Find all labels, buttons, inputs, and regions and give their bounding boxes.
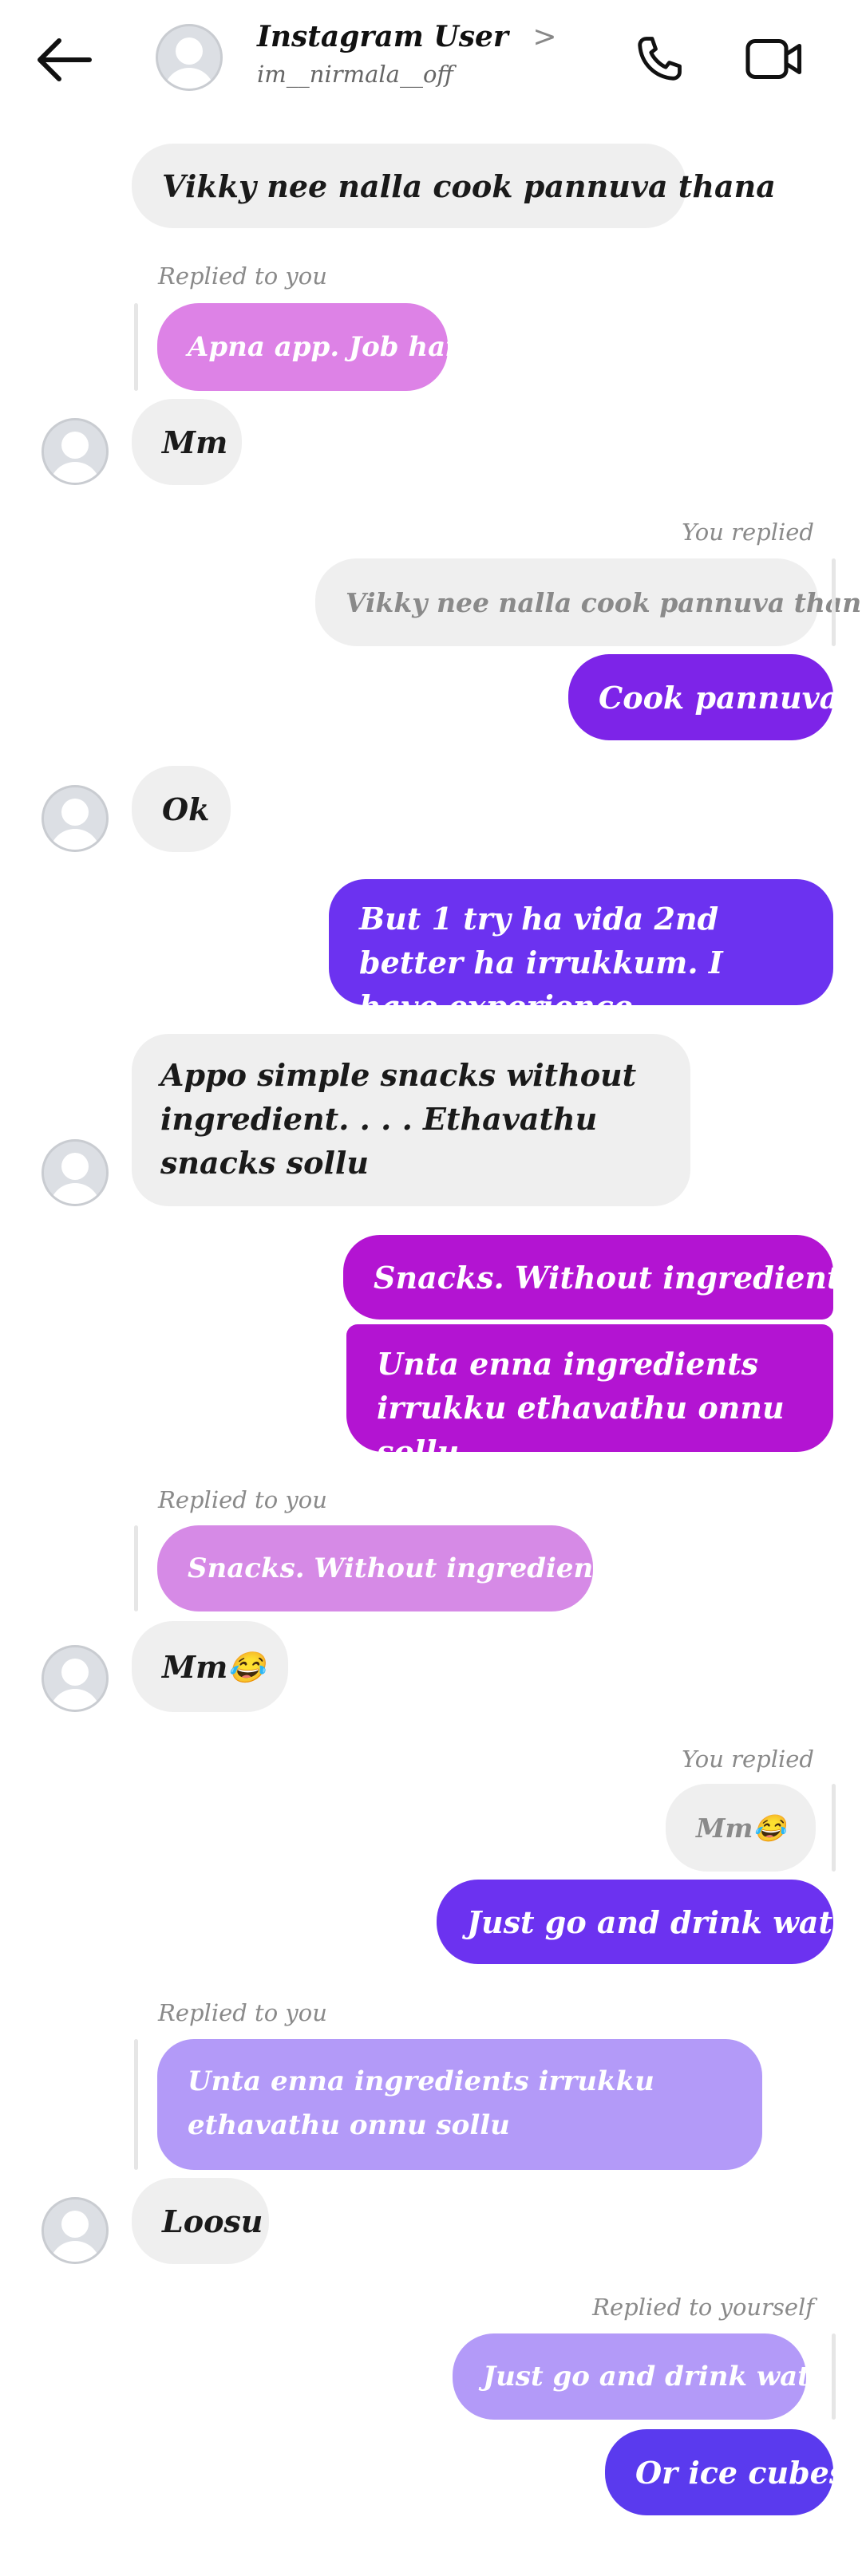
replied-to-you-label: Replied to you [158,1486,327,1513]
quoted-message[interactable]: Vikky nee nalla cook pannuva thana [315,558,862,646]
quoted-message[interactable]: Mm😂 [666,1784,816,1872]
avatar[interactable] [42,1645,109,1712]
received-message[interactable]: Mm😂 [132,1621,288,1712]
sent-message[interactable]: Or ice cubes [605,2429,846,2515]
sent-message[interactable]: Snacks. Without ingredients? [343,1235,862,1320]
phone-icon[interactable] [631,30,688,88]
received-message[interactable]: Appo simple snacks without ingredient. .… [132,1034,690,1206]
quoted-message[interactable]: Just go and drink water [453,2333,841,2420]
reply-quote-bar [832,2333,836,2420]
sent-message[interactable]: But 1 try ha vida 2nd better ha irrukkum… [329,879,833,1024]
avatar[interactable] [42,785,109,852]
received-message[interactable]: Vikky nee nalla cook pannuva thana [132,144,776,228]
sent-message[interactable]: Just go and drink water [437,1880,862,1964]
quoted-reply-bubble[interactable]: Snacks. Without ingredients? [157,1525,637,1611]
contact-name: Instagram User [257,20,508,53]
contact-username: im__nirmala__off [257,61,453,88]
reply-quote-bar [832,558,836,646]
header-avatar[interactable] [156,24,223,91]
back-arrow-icon[interactable] [32,32,96,88]
received-message[interactable]: Mm [132,399,242,485]
sent-message[interactable]: Cook pannuva. [568,654,850,740]
quoted-reply-bubble[interactable]: Unta enna ingredients irrukku ethavathu … [157,2039,762,2170]
quoted-reply-bubble[interactable]: Apna app. Job hai [157,303,456,391]
chevron-right-icon: > [532,21,557,53]
chat-header: Instagram User > im__nirmala__off [0,0,862,120]
you-replied-label: You replied [682,1746,814,1773]
reply-quote-bar [134,2039,138,2170]
reply-quote-bar [134,303,138,391]
sent-message[interactable]: Unta enna ingredients irrukku ethavathu … [346,1324,833,1469]
you-replied-label: You replied [682,519,814,546]
video-camera-icon[interactable] [742,30,806,88]
avatar[interactable] [42,1139,109,1206]
replied-to-you-label: Replied to you [158,1999,327,2026]
avatar[interactable] [42,2197,109,2264]
reply-quote-bar [832,1784,836,1872]
avatar[interactable] [42,418,109,485]
replied-to-yourself-label: Replied to yourself [592,2294,814,2321]
header-title[interactable]: Instagram User > [257,20,557,53]
received-message[interactable]: Ok [132,766,231,852]
reply-quote-bar [134,1525,138,1611]
replied-to-you-label: Replied to you [158,262,327,290]
received-message[interactable]: Loosu [132,2178,269,2264]
